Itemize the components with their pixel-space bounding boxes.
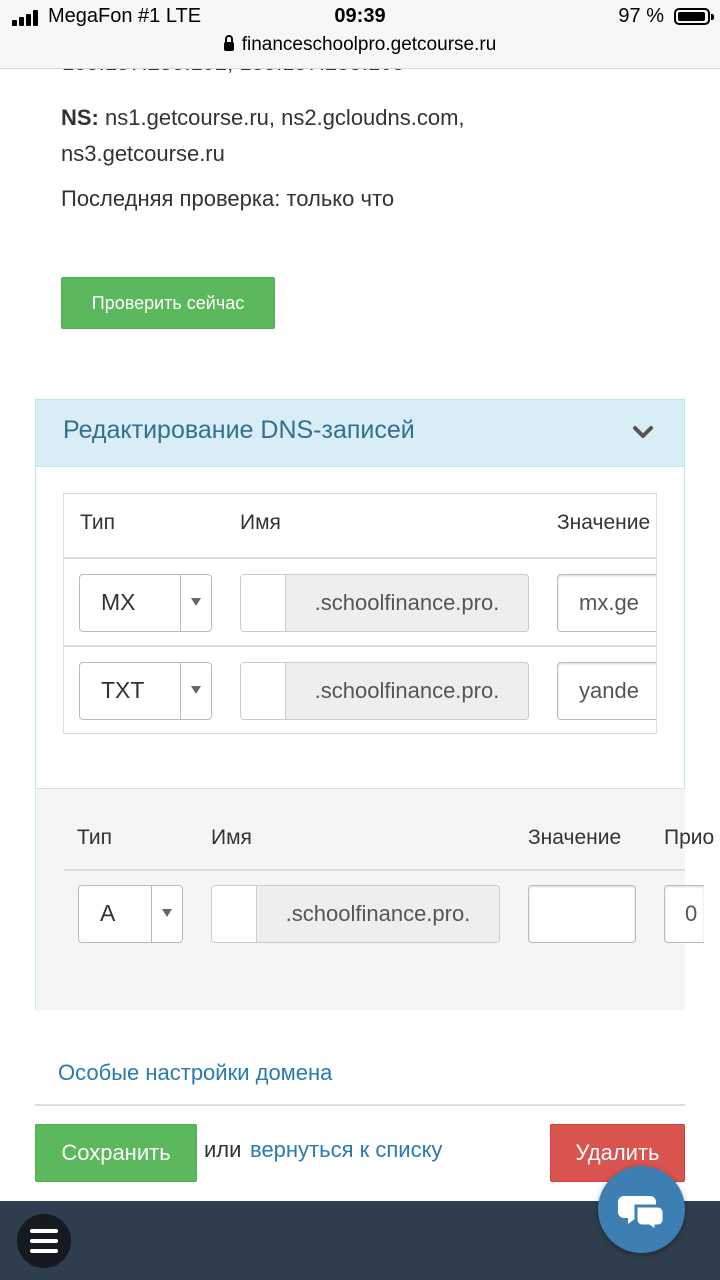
record-value-text: yande	[579, 678, 639, 703]
record-name-input[interactable]	[241, 575, 286, 631]
domain-extra-settings-link[interactable]: Особые настройки домена	[58, 1060, 332, 1086]
address-bar[interactable]: financeschoolpro.getcourse.ru	[0, 34, 720, 56]
menu-icon[interactable]	[17, 1214, 71, 1268]
new-record-name-group: .schoolfinance.pro.	[211, 885, 500, 943]
new-record-form: Тип Имя Значение Прио A .schoolfinance.p…	[37, 788, 714, 1010]
chevron-down-icon[interactable]	[633, 422, 653, 442]
new-column-value: Значение	[528, 826, 622, 849]
record-type-select[interactable]: TXT	[79, 662, 212, 720]
new-column-type: Тип	[77, 826, 113, 849]
record-name-suffix: .schoolfinance.pro.	[286, 575, 528, 631]
new-column-priority: Прио	[664, 826, 715, 849]
new-record-type-select[interactable]: A	[78, 885, 183, 943]
or-text: или	[204, 1137, 242, 1162]
column-value: Значение	[557, 511, 651, 534]
column-name: Имя	[240, 511, 281, 534]
caret-down-icon	[162, 909, 172, 917]
new-column-name: Имя	[211, 826, 252, 849]
row-divider	[64, 645, 656, 647]
panel-title: Редактирование DNS-записей	[63, 416, 415, 444]
record-value-input[interactable]: mx.ge	[557, 574, 656, 632]
back-to-list-link[interactable]: вернуться к списку	[250, 1137, 442, 1163]
caret-down-icon	[191, 686, 201, 694]
new-record-priority-input[interactable]: 0	[664, 885, 704, 943]
save-button[interactable]: Сохранить	[35, 1124, 197, 1182]
record-name-group: .schoolfinance.pro.	[240, 662, 529, 720]
ns-value: ns1.getcourse.ru, ns2.gcloudns.com, ns3.…	[61, 105, 465, 166]
new-header-divider	[64, 869, 685, 871]
new-record-name-input[interactable]	[212, 886, 257, 942]
dns-records-table: Тип Имя Значение MX .schoolfinance.pro. …	[63, 493, 657, 734]
ns-label: NS:	[61, 105, 99, 130]
last-check-text: Последняя проверка: только что	[61, 186, 395, 211]
record-type-value: TXT	[101, 677, 145, 703]
caret-down-icon	[191, 598, 201, 606]
record-type-select[interactable]: MX	[79, 574, 212, 632]
record-value-input[interactable]: yande	[557, 662, 656, 720]
footer-divider	[35, 1104, 685, 1106]
dns-edit-panel: Редактирование DNS-записей Тип Имя Значе…	[35, 399, 714, 1010]
record-value-text: mx.ge	[579, 590, 639, 615]
status-bar: MegaFon #1 LTE 09:39 97 % financeschoolp…	[0, 0, 720, 69]
clock: 09:39	[334, 5, 386, 27]
url-text: financeschoolpro.getcourse.ru	[241, 34, 497, 55]
record-name-group: .schoolfinance.pro.	[240, 574, 529, 632]
new-record-value-input[interactable]	[528, 885, 636, 943]
check-now-button[interactable]: Проверить сейчас	[61, 277, 275, 329]
chat-icon	[618, 1196, 666, 1234]
record-name-input[interactable]	[241, 663, 286, 719]
new-record-name-suffix: .schoolfinance.pro.	[257, 886, 499, 942]
record-name-suffix: .schoolfinance.pro.	[286, 663, 528, 719]
lock-icon	[223, 35, 234, 51]
column-type: Тип	[80, 511, 116, 534]
ns-info: NS: ns1.getcourse.ru, ns2.gcloudns.com, …	[61, 100, 581, 172]
battery-icon	[674, 8, 714, 25]
new-record-type-value: A	[100, 900, 116, 926]
chat-button[interactable]	[598, 1166, 685, 1253]
record-type-value: MX	[101, 589, 136, 615]
header-divider	[64, 557, 656, 559]
new-record-priority-text: 0	[685, 901, 698, 926]
panel-header[interactable]: Редактирование DNS-записей	[36, 400, 684, 467]
battery-percent: 97 %	[618, 5, 664, 27]
